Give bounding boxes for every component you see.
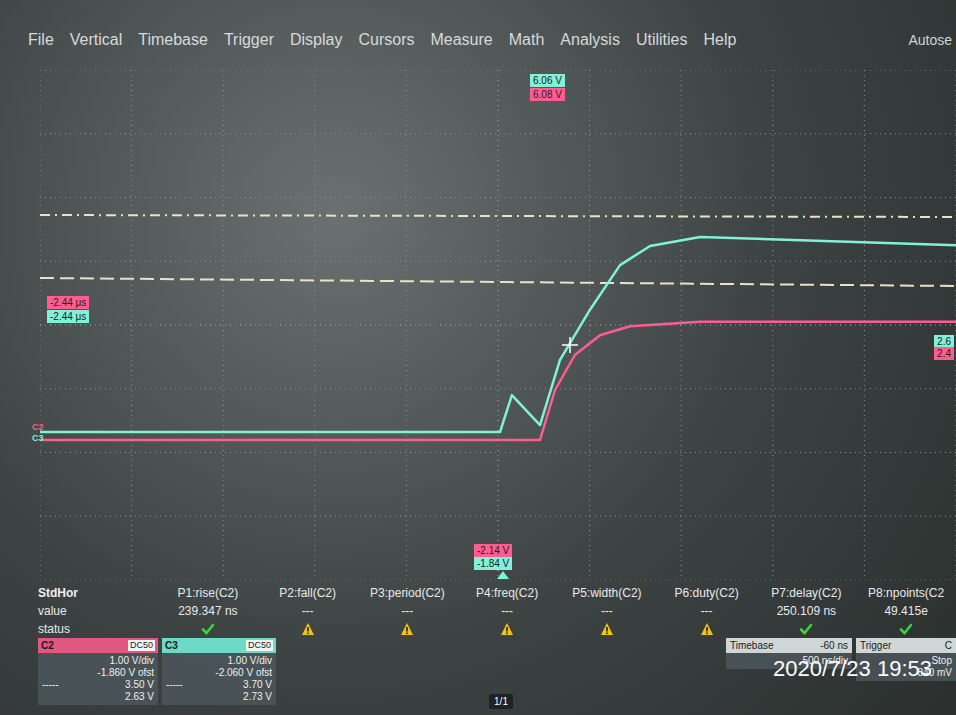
check-icon (799, 622, 813, 636)
measurement-value: 250.109 ns (757, 602, 857, 620)
channel-name: C3 (165, 638, 178, 653)
page-indicator: 1/1 (489, 694, 513, 709)
measurement-table: StdHorP1:rise(C2)P2:fall(C2)P3:period(C2… (0, 580, 956, 638)
menu-item[interactable]: Measure (430, 28, 492, 52)
measurement-value: --- (657, 602, 757, 620)
menu-item[interactable]: Help (703, 28, 736, 52)
measurement-label[interactable]: P3:period(C2) (358, 584, 458, 602)
channel-header: C2 DC50 (38, 638, 158, 653)
measurement-label[interactable]: P5:width(C2) (557, 584, 657, 602)
menu-item[interactable]: Analysis (560, 28, 620, 52)
channel-line: ----- 3.50 V (42, 679, 154, 691)
measurement-label[interactable]: P6:duty(C2) (657, 584, 757, 602)
cursor-line (40, 215, 956, 217)
measurement-status (158, 620, 258, 638)
channel-reading: 3.70 V (243, 679, 272, 691)
menu-item[interactable]: Utilities (636, 28, 688, 52)
waveform-trace (40, 322, 956, 440)
channel-reading: 2.73 V (166, 691, 272, 703)
channel-dash: ----- (42, 679, 59, 691)
row-label: value (38, 602, 158, 620)
channel-marker: C3 (32, 433, 44, 443)
timebase-box-value: -60 ns (820, 638, 848, 653)
timestamp-watermark: 2020/7/23 19:53 (773, 652, 932, 685)
timebase-box-header: Timebase -60 ns (726, 638, 852, 653)
measurement-label[interactable]: P2:fall(C2) (258, 584, 358, 602)
channel-reading: 3.50 V (125, 679, 154, 691)
measurement-status (657, 620, 757, 638)
oscilloscope-screen: File Vertical Timebase Trigger Display Cursor… (0, 0, 956, 715)
channel-line: ----- 3.70 V (166, 679, 272, 691)
channel-body: 1.00 V/div-2.060 V ofst----- 3.70 V2.73 V (162, 653, 276, 705)
measurement-status (258, 620, 358, 638)
waveform-display[interactable]: 6.06 V6.08 V -2.44 μs-2.44 μs -2.14 V-1.84… (0, 70, 956, 580)
measurement-value: --- (457, 602, 557, 620)
channel-offset: -1.860 V ofst (42, 667, 154, 679)
menu-item[interactable]: Vertical (70, 28, 122, 52)
cursor-readout: 6.08 V (530, 88, 565, 101)
measurement-status (757, 620, 857, 638)
warning-icon (400, 622, 414, 636)
channel-offset: -2.060 V ofst (166, 667, 272, 679)
cursor-readout: 2.4 (934, 347, 954, 360)
channel-dash: ----- (166, 679, 183, 691)
cursor-readout: 6.06 V (530, 74, 565, 87)
measurement-value: --- (358, 602, 458, 620)
channel-body: 1.00 V/div-1.860 V ofst----- 3.50 V2.63 V (38, 653, 158, 705)
channel-box[interactable]: C2 DC50 1.00 V/div-1.860 V ofst----- 3.50 V… (38, 638, 158, 705)
measurement-status (457, 620, 557, 638)
channel-box[interactable]: C3 DC50 1.00 V/div-2.060 V ofst----- 3.70 V… (162, 638, 276, 705)
cursor-readout: -2.44 μs (47, 310, 89, 323)
channel-marker: C2 (32, 422, 44, 432)
measurement-value: --- (258, 602, 358, 620)
trigger-box-label: Trigger (860, 638, 891, 653)
measurement-header: StdHor (38, 584, 158, 602)
measurement-status (856, 620, 956, 638)
cursor-readout: -2.14 V (474, 544, 512, 557)
menu-item[interactable]: Display (290, 28, 342, 52)
menu-item[interactable]: Trigger (224, 28, 274, 52)
warning-icon (700, 622, 714, 636)
check-icon (899, 622, 913, 636)
check-icon (201, 622, 215, 636)
menu-bar: File Vertical Timebase Trigger Display Cursor… (0, 0, 956, 70)
page-area: 1/1 (280, 638, 722, 715)
menu-item[interactable]: Cursors (358, 28, 414, 52)
cursor-line (40, 278, 956, 286)
measurement-value: 239.347 ns (158, 602, 258, 620)
trigger-marker-icon (497, 571, 509, 579)
row-label: status (38, 620, 158, 638)
timebase-box-label: Timebase (730, 638, 774, 653)
cursor-readout: -1.84 V (474, 557, 512, 570)
measurement-status (557, 620, 657, 638)
coupling-badge: DC50 (246, 640, 273, 651)
waveform-grid (40, 70, 956, 580)
measurement-status (358, 620, 458, 638)
measurement-value: --- (557, 602, 657, 620)
channel-name: C2 (41, 638, 54, 653)
measurement-value: 49.415e (856, 602, 956, 620)
measurement-label[interactable]: P4:freq(C2) (457, 584, 557, 602)
measurement-label[interactable]: P8:npoints(C2 (856, 584, 956, 602)
measurement-label[interactable]: P1:rise(C2) (158, 584, 258, 602)
menu-item[interactable]: Timebase (138, 28, 208, 52)
trigger-box-value: C (945, 638, 952, 653)
menu-item[interactable]: Math (509, 28, 545, 52)
channel-scale: 1.00 V/div (166, 655, 272, 667)
coupling-badge: DC50 (128, 640, 155, 651)
warning-icon (500, 622, 514, 636)
channel-header: C3 DC50 (162, 638, 276, 653)
warning-icon (301, 622, 315, 636)
trigger-box-header: Trigger C (856, 638, 956, 653)
waveform-trace (40, 237, 956, 432)
channel-reading: 2.63 V (42, 691, 154, 703)
menu-item[interactable]: File (28, 28, 54, 52)
crosshair-icon (562, 337, 578, 353)
warning-icon (600, 622, 614, 636)
measurement-label[interactable]: P7:delay(C2) (757, 584, 857, 602)
channel-scale: 1.00 V/div (42, 655, 154, 667)
cursor-readout: -2.44 μs (47, 296, 89, 309)
autoset-button[interactable]: Autose (908, 28, 956, 51)
